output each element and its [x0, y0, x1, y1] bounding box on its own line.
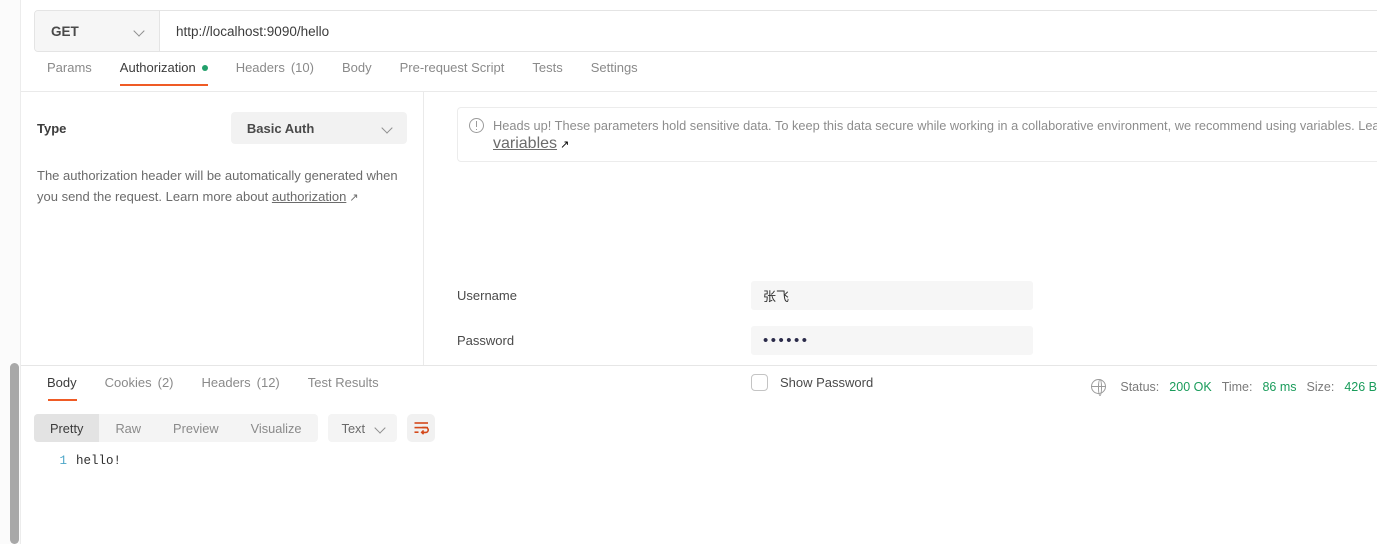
response-tab-test-results[interactable]: Test Results — [294, 375, 393, 401]
tab-count: (2) — [157, 375, 174, 390]
response-tabs: Body Cookies (2) Headers (12) Test Resul… — [34, 375, 393, 405]
view-mode-preview[interactable]: Preview — [157, 414, 235, 442]
line-number: 1 — [59, 454, 67, 468]
tab-label: Body — [47, 375, 77, 390]
globe-icon[interactable] — [1091, 378, 1107, 396]
response-body-text: hello! — [76, 454, 122, 468]
authorization-config-panel: Type Basic Auth The authorization header… — [21, 92, 423, 365]
tab-count: (12) — [256, 375, 280, 390]
size-label: Size: — [1306, 379, 1335, 394]
http-method-value: GET — [51, 23, 79, 39]
tab-label: Body — [341, 60, 372, 75]
username-input[interactable]: 张飞 — [751, 281, 1033, 310]
tab-label: Settings — [590, 60, 638, 75]
auth-type-row: Type Basic Auth — [37, 112, 407, 144]
auth-description-line1: The authorization header will be automat… — [37, 168, 398, 183]
tab-label: Headers — [235, 60, 285, 75]
time-label: Time: — [1221, 379, 1253, 394]
auth-description: The authorization header will be automat… — [37, 165, 409, 209]
tab-label: Cookies — [104, 375, 152, 390]
warning-line2: variables ↗ — [493, 135, 1377, 153]
view-mode-raw[interactable]: Raw — [99, 414, 157, 442]
size-value: 426 B — [1344, 379, 1377, 394]
view-mode-visualize[interactable]: Visualize — [235, 414, 318, 442]
request-response-pane: GET http://localhost:9090/hello Params A… — [21, 0, 1377, 544]
response-tab-headers[interactable]: Headers (12) — [188, 375, 294, 401]
tab-tests[interactable]: Tests — [518, 60, 576, 86]
tab-label: Tests — [532, 60, 563, 75]
vertical-scrollbar-thumb[interactable] — [10, 363, 19, 544]
url-input[interactable]: http://localhost:9090/hello — [160, 11, 1377, 51]
wrap-text-button[interactable] — [407, 414, 436, 442]
response-format-value: Text — [341, 420, 366, 436]
chevron-down-icon — [134, 26, 145, 37]
username-label: Username — [457, 288, 517, 303]
response-body-toolbar: Pretty Raw Preview Visualize Text — [34, 414, 436, 442]
alert-circle-icon — [469, 118, 484, 133]
warning-text: Heads up! These parameters hold sensitiv… — [493, 118, 1377, 133]
request-tabs: Params Authorization Headers (10) Body P… — [34, 60, 1377, 91]
response-body-code[interactable]: 1 hello! — [34, 452, 1364, 470]
status-label: Status: — [1120, 379, 1160, 394]
username-row: Username 张飞 — [457, 281, 1357, 310]
response-view-mode-group: Pretty Raw Preview Visualize — [34, 414, 318, 442]
authorization-credentials-panel: Heads up! These parameters hold sensitiv… — [424, 92, 1377, 391]
auth-type-label: Type — [37, 120, 67, 136]
tab-label: Authorization — [119, 60, 196, 75]
auth-type-select[interactable]: Basic Auth — [230, 112, 407, 144]
status-value: 200 OK — [1169, 379, 1212, 394]
url-bar: GET http://localhost:9090/hello — [34, 10, 1377, 52]
tab-body[interactable]: Body — [328, 60, 386, 86]
wrap-text-icon — [414, 421, 429, 435]
tab-label: Pre-request Script — [399, 60, 505, 75]
chevron-down-icon — [375, 423, 386, 434]
password-input[interactable]: •••••• — [751, 326, 1033, 355]
response-pane: Body Cookies (2) Headers (12) Test Resul… — [21, 366, 1377, 544]
tab-params[interactable]: Params — [34, 60, 106, 86]
tab-authorization[interactable]: Authorization — [106, 60, 222, 86]
tab-headers[interactable]: Headers (10) — [222, 60, 328, 86]
response-tab-cookies[interactable]: Cookies (2) — [91, 375, 188, 401]
password-label: Password — [457, 333, 515, 348]
tab-pre-request-script[interactable]: Pre-request Script — [386, 60, 519, 86]
response-meta: Status: 200 OK Time: 86 ms Size: 426 B — [1091, 378, 1377, 396]
modified-dot-icon — [201, 65, 208, 71]
response-tab-body[interactable]: Body — [34, 375, 91, 401]
tab-label: Test Results — [307, 375, 379, 390]
sensitive-data-warning-banner: Heads up! These parameters hold sensitiv… — [457, 107, 1377, 162]
tab-label: Params — [47, 60, 92, 75]
external-link-icon: ↗ — [557, 139, 570, 151]
left-scroll-gutter — [0, 0, 21, 544]
tab-label: Headers — [201, 375, 251, 390]
auth-type-value: Basic Auth — [246, 120, 315, 136]
time-value: 86 ms — [1262, 379, 1297, 394]
external-link-icon: ↗ — [346, 192, 359, 204]
authorization-help-link[interactable]: authorization — [272, 189, 346, 204]
auth-description-line2: you send the request. Learn more about — [37, 189, 272, 204]
variables-help-link[interactable]: variables — [493, 135, 557, 152]
view-mode-pretty[interactable]: Pretty — [34, 414, 100, 442]
http-method-select[interactable]: GET — [35, 11, 160, 51]
password-row: Password •••••• — [457, 326, 1357, 355]
warning-text-wrapper: Heads up! These parameters hold sensitiv… — [493, 116, 1377, 153]
chevron-down-icon — [382, 123, 393, 134]
tab-settings[interactable]: Settings — [577, 60, 652, 86]
response-format-select[interactable]: Text — [327, 414, 398, 442]
tab-count: (10) — [290, 60, 314, 75]
